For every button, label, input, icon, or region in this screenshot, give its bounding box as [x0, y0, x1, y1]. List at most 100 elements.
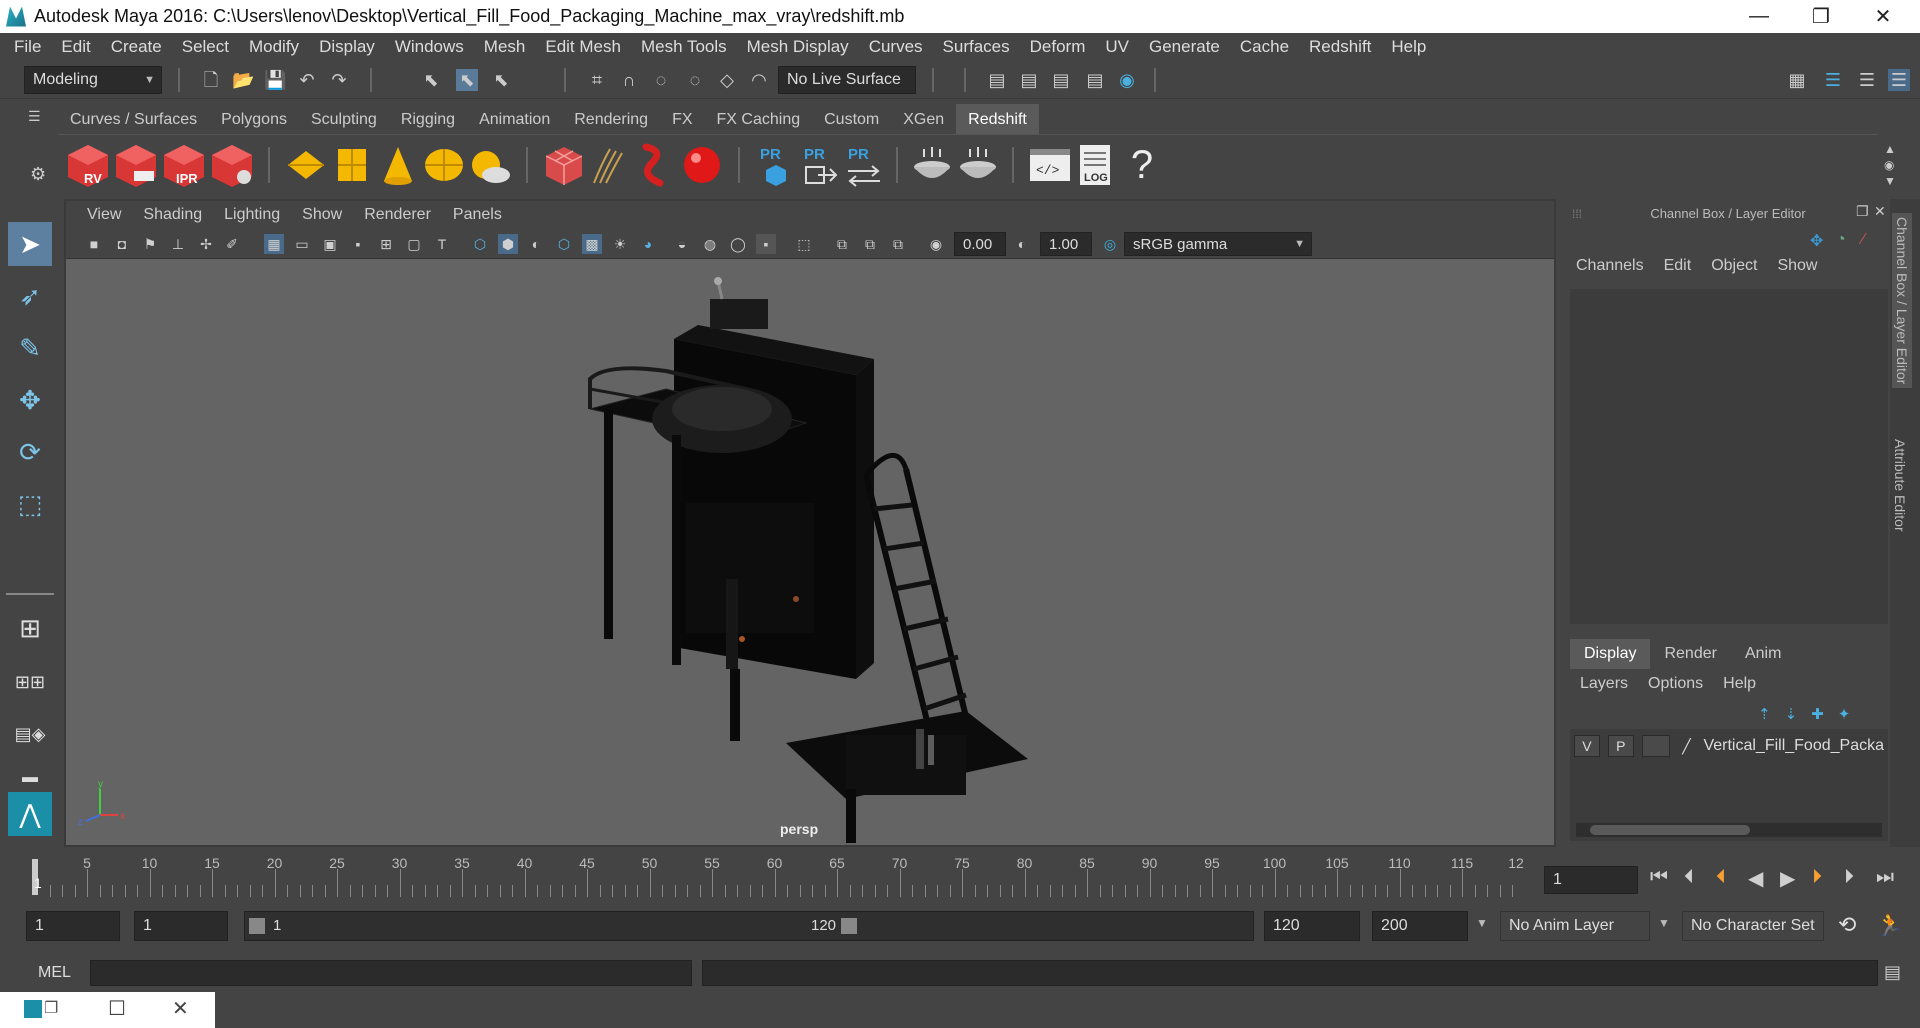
tab-fx[interactable]: FX — [660, 104, 704, 134]
viewport-menu-lighting[interactable]: Lighting — [213, 206, 291, 224]
outliner-layout-icon[interactable]: ▤◈ — [8, 712, 52, 756]
packaging-machine-model[interactable] — [66, 259, 1554, 845]
proxy-export-icon[interactable]: PR — [754, 143, 798, 187]
close-icon[interactable]: ✕ — [172, 996, 189, 1021]
layers-menu[interactable]: Layers — [1570, 675, 1638, 693]
tab-render[interactable]: Render — [1650, 639, 1730, 669]
exposure-field[interactable]: 0.00 — [954, 232, 1006, 256]
wireframe-icon[interactable]: ⬡ — [470, 234, 490, 254]
menu-edit[interactable]: Edit — [51, 37, 100, 57]
select-hierarchy-icon[interactable]: ⬉ — [420, 69, 442, 91]
script-editor-button-icon[interactable]: ▤ — [1884, 962, 1901, 983]
range-start-handle[interactable] — [249, 918, 265, 934]
minimize-button[interactable]: — — [1728, 0, 1790, 33]
field-chart-icon[interactable]: ⊞ — [376, 234, 396, 254]
tab-rigging[interactable]: Rigging — [389, 104, 467, 134]
snap-surface-icon[interactable]: ◇ — [716, 69, 738, 91]
animation-preferences-icon[interactable]: 🏃 — [1876, 912, 1903, 938]
restore-icon[interactable]: ❐ — [44, 998, 58, 1018]
grease-pencil-icon[interactable]: ✐ — [222, 234, 242, 254]
select-tool-icon[interactable]: ➤ — [8, 222, 52, 266]
material-sphere-icon[interactable] — [680, 143, 724, 187]
layer-display-type-toggle[interactable] — [1641, 735, 1670, 757]
snap-view-plane-icon[interactable]: ◌ — [684, 69, 706, 91]
sun-sky-light-icon[interactable] — [468, 143, 512, 187]
command-input[interactable] — [90, 960, 692, 986]
color-space-dropdown[interactable]: sRGB gamma ▼ — [1124, 232, 1312, 256]
snap-point-icon[interactable]: ◌ — [650, 69, 672, 91]
layer-playback-toggle[interactable]: P — [1607, 735, 1634, 757]
portal-light-icon[interactable] — [330, 143, 374, 187]
new-layer-from-selection-icon[interactable]: ✦ — [1838, 706, 1865, 723]
chevron-down-icon[interactable]: ▼ — [1658, 916, 1670, 930]
maximize-icon[interactable]: ☐ — [108, 996, 126, 1021]
menu-select[interactable]: Select — [172, 37, 239, 57]
shelf-settings-gear-icon[interactable]: ⚙ — [30, 164, 46, 185]
viewport-menu-show[interactable]: Show — [291, 206, 353, 224]
character-set-dropdown[interactable]: No Character Set — [1682, 911, 1824, 941]
proxy-import-icon[interactable]: PR — [798, 143, 842, 187]
menu-help[interactable]: Help — [1381, 37, 1436, 57]
channels-menu[interactable]: Channels — [1566, 257, 1654, 275]
save-scene-icon[interactable]: 💾 — [264, 69, 286, 91]
step-back-frame-icon[interactable]: ⏴ — [1684, 866, 1694, 889]
open-scene-icon[interactable]: 📂 — [232, 69, 254, 91]
tab-fx-caching[interactable]: FX Caching — [705, 104, 813, 134]
redshift-render-settings-icon[interactable] — [210, 143, 254, 187]
dome-light-icon[interactable] — [422, 143, 466, 187]
layer-visibility-toggle[interactable]: V — [1574, 735, 1600, 757]
playback-end-field[interactable]: 120 — [1264, 911, 1360, 941]
modeling-toolkit-icon[interactable]: ▦ — [1786, 69, 1808, 91]
proxy-icon[interactable] — [542, 143, 586, 187]
flat-shade-icon[interactable]: ◐ — [526, 234, 546, 254]
xray-components-icon[interactable]: ⧉ — [888, 234, 908, 254]
minimized-window[interactable]: ❐ ☐ ✕ — [0, 992, 215, 1028]
step-forward-key-icon[interactable]: ⏵ — [1812, 866, 1822, 889]
baking-options-icon[interactable] — [956, 143, 1000, 187]
hyper-icon[interactable]: ⁄ — [1862, 231, 1865, 249]
move-tool-icon[interactable]: ✥ — [8, 378, 52, 422]
anti-aliasing-icon[interactable]: ◯ — [728, 234, 748, 254]
xray-joints-icon[interactable]: ⧉ — [860, 234, 880, 254]
menu-curves[interactable]: Curves — [859, 37, 933, 57]
menu-surfaces[interactable]: Surfaces — [933, 37, 1020, 57]
new-layer-icon[interactable]: ✚ — [1811, 706, 1838, 723]
render-view-icon[interactable]: ▤ — [986, 69, 1008, 91]
menu-edit-mesh[interactable]: Edit Mesh — [535, 37, 631, 57]
curve-object-icon[interactable] — [634, 143, 678, 187]
playback-start-field[interactable]: 1 — [134, 911, 228, 941]
menu-mesh[interactable]: Mesh — [474, 37, 536, 57]
script-editor-icon[interactable]: </> — [1028, 143, 1072, 187]
hypershade-icon[interactable]: ◉ — [1116, 69, 1138, 91]
single-perspective-view-icon[interactable]: ⊞ — [8, 606, 52, 650]
channel-box-manip-icon[interactable]: ✥ — [1810, 231, 1823, 251]
menu-deform[interactable]: Deform — [1020, 37, 1096, 57]
camera-attributes-icon[interactable]: ◘ — [112, 234, 132, 254]
undo-icon[interactable]: ↶ — [296, 69, 318, 91]
menu-file[interactable]: File — [4, 37, 51, 57]
snap-grid-icon[interactable]: ⌗ — [586, 69, 608, 91]
render-settings-icon[interactable]: ▤ — [1084, 69, 1106, 91]
redshift-batch-render-icon[interactable] — [114, 143, 158, 187]
3d-scene-view[interactable]: y x z persp — [66, 259, 1554, 845]
baking-icon[interactable] — [910, 143, 954, 187]
viewport-menu-view[interactable]: View — [76, 206, 132, 224]
range-slider[interactable]: 1 120 — [244, 911, 1254, 941]
range-end-handle[interactable] — [841, 918, 857, 934]
mode-dropdown[interactable]: Modeling ▼ — [24, 66, 162, 94]
help-icon[interactable]: ? — [1120, 143, 1164, 187]
tab-curves-surfaces[interactable]: Curves / Surfaces — [58, 104, 209, 134]
2d-pan-zoom-icon[interactable]: ✢ — [196, 234, 216, 254]
select-component-icon[interactable]: ⬉ — [490, 69, 512, 91]
render-frame-icon[interactable]: ▤ — [1018, 69, 1040, 91]
channel-box-toggle-icon[interactable]: ☰ — [1888, 69, 1910, 91]
tab-custom[interactable]: Custom — [812, 104, 891, 134]
menu-mesh-tools[interactable]: Mesh Tools — [631, 37, 737, 57]
auto-key-icon[interactable]: ⟲ — [1838, 912, 1856, 938]
time-slider[interactable]: 1 5 10 15 20 25 30 35 40 45 50 55 60 65 70 75 80 85 90 95 1… — [28, 855, 1528, 897]
snap-curve-icon[interactable]: ∩ — [618, 69, 640, 91]
isolate-select-icon[interactable]: ⬚ — [794, 234, 814, 254]
tab-polygons[interactable]: Polygons — [209, 104, 299, 134]
tab-xgen[interactable]: XGen — [891, 104, 956, 134]
help-menu[interactable]: Help — [1713, 675, 1766, 693]
